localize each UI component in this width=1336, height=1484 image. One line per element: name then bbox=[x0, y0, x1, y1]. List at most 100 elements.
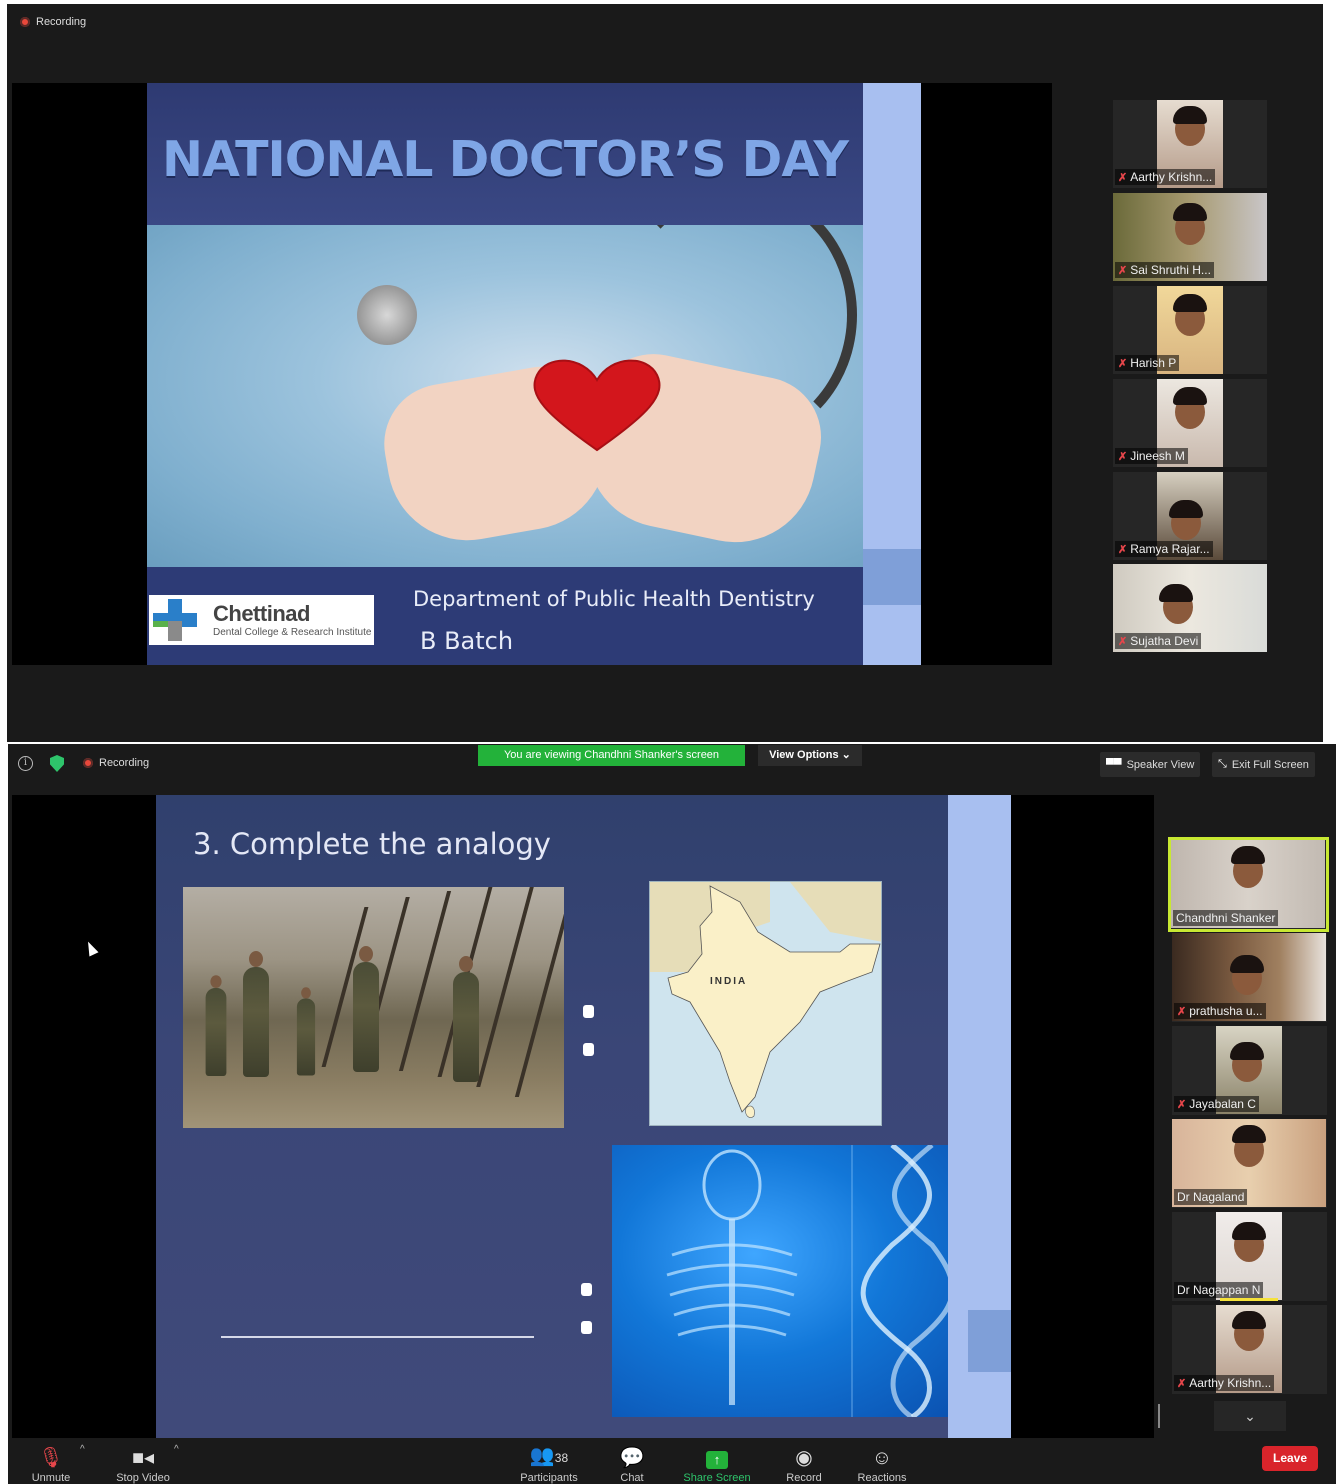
participant-tile[interactable]: ✗ Jayabalan C bbox=[1172, 1026, 1327, 1115]
video-options-caret-icon[interactable]: ^ bbox=[174, 1444, 179, 1455]
reactions-smiley-icon: ☺ bbox=[871, 1447, 893, 1469]
logo-name: Chettinad bbox=[213, 601, 310, 626]
mic-muted-icon: ✗ bbox=[1118, 543, 1128, 556]
viewing-screen-banner: You are viewing Chandhni Shanker's scree… bbox=[478, 745, 745, 766]
slide-side-panel bbox=[863, 83, 921, 665]
skeleton-dna-graphic bbox=[666, 1145, 955, 1417]
answer-blank-line bbox=[221, 1336, 534, 1338]
answer-bullet bbox=[581, 1321, 592, 1334]
share-screen-button[interactable]: ↑ Share Screen bbox=[680, 1438, 754, 1484]
participant-tile[interactable]: ✗ Harish P bbox=[1113, 286, 1267, 374]
exit-full-screen-icon: ⤡ bbox=[1218, 758, 1227, 770]
participant-name: Chandhni Shanker bbox=[1176, 911, 1276, 925]
participant-name: Sujatha Devi bbox=[1130, 634, 1199, 648]
shared-screen: 3. Complete the analogy INDIA bbox=[12, 795, 1154, 1438]
mic-muted-icon: ✗ bbox=[1118, 264, 1128, 277]
audio-options-caret-icon[interactable]: ^ bbox=[80, 1444, 85, 1455]
chettinad-logo: Chettinad Dental College & Research Inst… bbox=[149, 595, 374, 645]
participant-tile[interactable]: ✗ Ramya Rajar... bbox=[1113, 472, 1267, 560]
mic-muted-icon: ✗ bbox=[1118, 171, 1128, 184]
participant-tile[interactable]: ✗ prathusha u... bbox=[1172, 933, 1327, 1022]
recording-dot-icon bbox=[20, 17, 30, 27]
heart-icon bbox=[533, 359, 661, 452]
slide: 3. Complete the analogy INDIA bbox=[156, 795, 1011, 1438]
slide-title: NATIONAL DOCTOR’S DAY bbox=[161, 131, 849, 188]
participant-name: Dr Nagaland bbox=[1177, 1190, 1245, 1204]
security-shield-icon[interactable] bbox=[50, 755, 64, 772]
participant-name: Ramya Rajar... bbox=[1130, 542, 1210, 556]
participant-name: Jayabalan C bbox=[1189, 1097, 1256, 1111]
participant-name: Aarthy Krishn... bbox=[1130, 170, 1213, 184]
record-button[interactable]: ◉ Record bbox=[780, 1438, 828, 1484]
logo-subtitle: Dental College & Research Institute bbox=[213, 627, 372, 638]
chevron-down-icon: ⌄ bbox=[1244, 1408, 1256, 1424]
recording-dot-icon bbox=[83, 758, 93, 768]
department-text: Department of Public Health Dentistry bbox=[413, 587, 815, 611]
chevron-down-icon: ⌄ bbox=[841, 749, 851, 761]
speaker-view-icon: ▀▀ bbox=[1106, 758, 1122, 771]
shared-screen: NATIONAL DOCTOR’S DAY Chettinad Dental C… bbox=[12, 83, 1052, 665]
participant-name: Harish P bbox=[1130, 356, 1177, 370]
participant-tile[interactable]: ✗ Aarthy Krishn... bbox=[1172, 1305, 1327, 1394]
gallery-scroll-down-button[interactable]: ⌄ bbox=[1214, 1401, 1286, 1431]
exit-full-screen-button[interactable]: ⤡ Exit Full Screen bbox=[1212, 752, 1315, 777]
recording-label: Recording bbox=[36, 16, 87, 28]
bottom-zoom-window: i Recording You are viewing Chandhni Sha… bbox=[8, 744, 1336, 1484]
slide-title-bar: NATIONAL DOCTOR’S DAY bbox=[147, 83, 863, 225]
india-map-shape bbox=[650, 882, 881, 1125]
slide-footer: Chettinad Dental College & Research Inst… bbox=[147, 567, 863, 665]
gallery-resize-handle[interactable] bbox=[1158, 1404, 1160, 1428]
skeleton-dna-image bbox=[612, 1145, 968, 1417]
mic-muted-icon: ✗ bbox=[1177, 1377, 1187, 1390]
info-icon[interactable]: i bbox=[18, 756, 33, 771]
meeting-toolbar: 🎙 Unmute ^ ■◂ Stop Video ^ 👥38 Participa… bbox=[8, 1438, 1336, 1484]
participant-name: prathusha u... bbox=[1189, 1004, 1263, 1018]
mic-muted-icon: ✗ bbox=[1177, 1005, 1187, 1018]
slide: NATIONAL DOCTOR’S DAY Chettinad Dental C… bbox=[147, 83, 863, 665]
speaker-view-button[interactable]: ▀▀ Speaker View bbox=[1100, 752, 1201, 777]
participants-button[interactable]: 👥38 Participants bbox=[514, 1438, 584, 1484]
mic-muted-icon: 🎙 bbox=[38, 1447, 64, 1469]
top-zoom-window: Recording NATIONAL DOCTOR’S DAY Chettina… bbox=[7, 4, 1323, 742]
view-options-button[interactable]: View Options ⌄ bbox=[758, 745, 862, 766]
participant-name: Jineesh M bbox=[1130, 449, 1185, 463]
video-camera-icon: ■◂ bbox=[131, 1447, 155, 1469]
chat-bubble-icon: 💬 bbox=[619, 1447, 645, 1469]
unmute-button[interactable]: 🎙 Unmute bbox=[28, 1438, 74, 1484]
participant-tile[interactable]: ✗ Sai Shruthi H... bbox=[1113, 193, 1267, 281]
participants-icon: 👥 bbox=[529, 1445, 555, 1467]
recording-label: Recording bbox=[99, 757, 150, 769]
mic-muted-icon: ✗ bbox=[1118, 635, 1128, 648]
participant-name: Aarthy Krishn... bbox=[1189, 1376, 1272, 1390]
answer-bullet bbox=[583, 1005, 594, 1018]
doctor-heart-photo bbox=[147, 225, 863, 567]
leave-button[interactable]: Leave bbox=[1262, 1446, 1318, 1471]
participant-tile[interactable]: ✗ Aarthy Krishn... bbox=[1113, 100, 1267, 188]
stop-video-button[interactable]: ■◂ Stop Video bbox=[110, 1438, 176, 1484]
recording-indicator: Recording bbox=[83, 757, 149, 769]
speaking-indicator bbox=[1220, 1298, 1278, 1301]
india-map-label: INDIA bbox=[710, 976, 748, 987]
mic-muted-icon: ✗ bbox=[1177, 1098, 1187, 1111]
chat-button[interactable]: 💬 Chat bbox=[612, 1438, 652, 1484]
chettinad-cross-icon bbox=[153, 599, 197, 641]
mic-muted-icon: ✗ bbox=[1118, 357, 1128, 370]
participant-tile[interactable]: ✗ Sujatha Devi bbox=[1113, 564, 1267, 652]
reactions-button[interactable]: ☺ Reactions bbox=[852, 1438, 912, 1484]
participant-name: Dr Nagappan N bbox=[1177, 1283, 1261, 1297]
participant-tile[interactable]: Dr Nagappan N bbox=[1172, 1212, 1327, 1301]
recording-indicator: Recording bbox=[20, 16, 86, 28]
batch-text: B Batch bbox=[420, 627, 514, 655]
share-screen-icon: ↑ bbox=[706, 1451, 728, 1469]
participant-name: Sai Shruthi H... bbox=[1130, 263, 1211, 277]
answer-bullet bbox=[581, 1283, 592, 1296]
record-icon: ◉ bbox=[795, 1447, 813, 1469]
mic-muted-icon: ✗ bbox=[1118, 450, 1128, 463]
participant-tile[interactable]: Dr Nagaland bbox=[1172, 1119, 1327, 1208]
participant-tile[interactable]: ✗ Jineesh M bbox=[1113, 379, 1267, 467]
soldiers-photo bbox=[183, 887, 564, 1128]
participant-count: 38 bbox=[554, 1451, 569, 1465]
participant-tile-active[interactable]: Chandhni Shanker bbox=[1168, 837, 1329, 932]
answer-bullet bbox=[583, 1043, 594, 1056]
slide-title: 3. Complete the analogy bbox=[193, 827, 551, 861]
